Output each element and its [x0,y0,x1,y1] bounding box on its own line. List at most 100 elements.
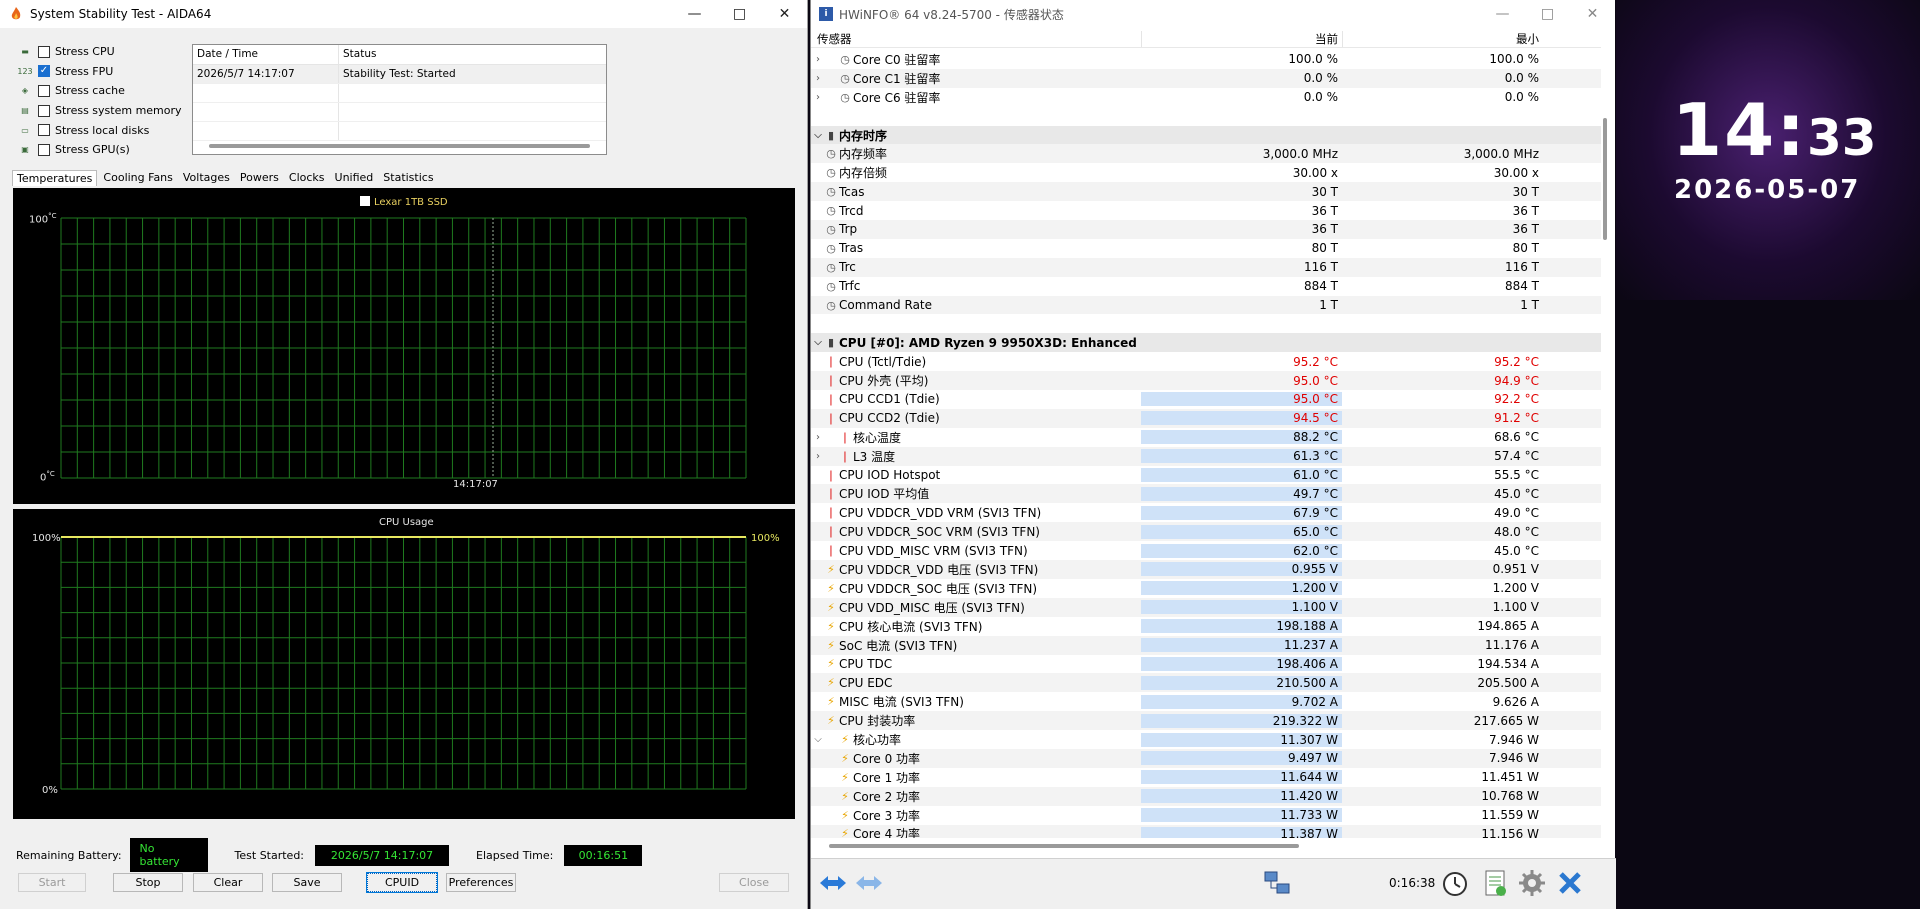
sensor-row[interactable]: ◷ Command Rate 1 T 1 T [811,295,1601,315]
stress-item[interactable]: 123 ✓ Stress FPU [16,62,182,82]
stress-checkbox[interactable] [38,143,50,156]
sensor-row[interactable]: ◷ Tras 80 T 80 T [811,239,1601,258]
sensor-row[interactable]: ⚡ CPU VDDCR_VDD 电压 (SVI3 TFN) 0.955 V 0.951… [811,560,1601,579]
sensor-row[interactable]: ◷ 内存频率 3,000.0 MHz 3,000.0 MHz [811,144,1601,164]
sensor-row[interactable]: ⚡ Core 2 功率 11.420 W 10.768 W [811,786,1601,806]
stopwatch-icon[interactable] [1439,867,1471,899]
collapse-chevron-icon[interactable]: ⌵ [811,130,825,141]
sensor-row[interactable]: ❘ CPU 外壳 (平均) 95.0 °C 94.9 °C [811,371,1601,391]
sensor-row[interactable]: ⚡ Core 3 功率 11.733 W 11.559 W [811,806,1601,825]
tab-clocks[interactable]: Clocks [285,170,329,186]
expand-chevron-icon[interactable]: › [811,92,825,103]
tab-temperatures[interactable]: Temperatures [12,170,98,186]
col-current[interactable]: 当前 [1141,31,1342,47]
sensor-row[interactable]: ❘ CPU VDDCR_SOC VRM (SVI3 TFN) 65.0 °C 48.0… [811,522,1601,542]
sensor-group-header[interactable]: ⌵ ▮ CPU [#0]: AMD Ryzen 9 9950X3D: Enhance… [811,333,1601,353]
sensor-row[interactable]: ◷ Trfc 884 T 884 T [811,277,1601,296]
sensor-row[interactable]: ◷ Trcd 36 T 36 T [811,201,1601,220]
expand-chevron-icon[interactable]: › [811,54,825,65]
stress-checkbox[interactable] [38,84,50,97]
save-button[interactable]: Save [272,873,342,892]
stress-item[interactable]: ▬ Stress CPU [16,42,182,62]
log-horizontal-scrollbar[interactable] [209,144,590,148]
arrows-left-right-icon[interactable] [817,871,849,895]
maximize-button[interactable]: □ [717,0,762,28]
sensor-row[interactable]: ⚡ CPU VDD_MISC 电压 (SVI3 TFN) 1.100 V 1.100 … [811,597,1601,617]
stress-item[interactable]: ▭ Stress local disks [16,120,182,140]
tab-powers[interactable]: Powers [236,170,283,186]
sensor-row[interactable]: › ◷ Core C6 驻留率 0.0 % 0.0 % [811,88,1601,107]
tab-unified[interactable]: Unified [331,170,378,186]
log-row[interactable]: 2026/5/7 14:17:07 Stability Test: Starte… [193,65,606,84]
close-window-button[interactable]: ✕ [762,0,807,28]
close-button[interactable]: Close [719,873,789,892]
network-icon[interactable] [1261,867,1293,899]
sensor-row[interactable]: ⌵ ⚡ 核心功率 11.307 W 7.946 W [811,730,1601,749]
gear-icon[interactable] [1516,867,1548,899]
stress-checkbox[interactable] [38,124,50,137]
sensor-label: Core 1 功率 [853,770,921,785]
sensor-row[interactable]: ❘ CPU VDD_MISC VRM (SVI3 TFN) 62.0 °C 45.0 … [811,541,1601,560]
sensor-row[interactable]: ⚡ CPU VDDCR_SOC 电压 (SVI3 TFN) 1.200 V 1.200… [811,579,1601,598]
sensor-row[interactable]: ❘ CPU IOD Hotspot 61.0 °C 55.5 °C [811,466,1601,485]
sensor-label: CPU VDDCR_VDD 电压 (SVI3 TFN) [839,562,1039,577]
temp-legend[interactable]: Lexar 1TB SSD [360,196,448,208]
sensor-row[interactable]: ❘ CPU CCD2 (Tdie) 94.5 °C 91.2 °C [811,408,1601,428]
sensor-row[interactable]: › ❘ 核心温度 88.2 °C 68.6 °C [811,428,1601,447]
sensor-row[interactable]: ◷ Trc 116 T 116 T [811,257,1601,277]
stress-checkbox[interactable] [38,45,50,58]
sensor-row[interactable]: › ◷ Core C0 驻留率 100.0 % 100.0 % [811,50,1601,69]
sensor-row[interactable]: › ◷ Core C1 驻留率 0.0 % 0.0 % [811,68,1601,88]
sensor-row[interactable]: ⚡ CPU 核心电流 (SVI3 TFN) 198.188 A 194.865 A [811,617,1601,636]
minimize-button[interactable]: — [672,0,717,28]
sensor-row[interactable]: ❘ CPU (Tctl/Tdie) 95.2 °C 95.2 °C [811,352,1601,371]
stop-button[interactable]: Stop [113,873,183,892]
stress-item[interactable]: ▣ Stress GPU(s) [16,140,182,160]
sensor-row[interactable]: ⚡ Core 4 功率 11.387 W 11.156 W [811,824,1601,838]
legend-checkbox[interactable] [360,196,370,206]
tab-voltages[interactable]: Voltages [179,170,234,186]
col-sensor[interactable]: 传感器 [811,31,1141,47]
log-col-datetime[interactable]: Date / Time [193,45,339,64]
expand-chevron-icon[interactable]: › [811,73,825,84]
collapse-chevron-icon[interactable]: ⌵ [811,734,825,745]
sensor-row[interactable]: ❘ CPU CCD1 (Tdie) 95.0 °C 92.2 °C [811,390,1601,409]
clear-button[interactable]: Clear [193,873,263,892]
tab-cooling-fans[interactable]: Cooling Fans [99,170,176,186]
horizontal-scrollbar[interactable] [829,844,1299,848]
stress-checkbox[interactable] [38,104,50,117]
collapse-chevron-icon[interactable]: ⌵ [811,337,825,348]
minimize-button[interactable]: — [1480,0,1525,28]
sensor-row[interactable]: › ❘ L3 温度 61.3 °C 57.4 °C [811,446,1601,466]
sensor-row[interactable]: ⚡ CPU TDC 198.406 A 194.534 A [811,655,1601,674]
sensor-row[interactable]: ◷ Trp 36 T 36 T [811,220,1601,239]
start-button[interactable]: Start [18,873,86,892]
expand-chevron-icon[interactable]: › [811,451,825,462]
vertical-scrollbar[interactable] [1603,118,1607,240]
sensor-row[interactable]: ⚡ Core 0 功率 9.497 W 7.946 W [811,748,1601,768]
sensor-group-header[interactable]: ⌵ ▮ 内存时序 [811,125,1601,145]
log-col-status[interactable]: Status [339,45,380,64]
sensor-row[interactable]: ⚡ CPU 封装功率 219.322 W 217.665 W [811,711,1601,731]
tab-statistics[interactable]: Statistics [379,170,437,186]
sensor-row[interactable]: ⚡ CPU EDC 210.500 A 205.500 A [811,673,1601,693]
stress-item[interactable]: ◈ Stress cache [16,81,182,101]
expand-chevron-icon[interactable]: › [811,432,825,443]
sensor-row[interactable]: ⚡ SoC 电流 (SVI3 TFN) 11.237 A 11.176 A [811,635,1601,655]
maximize-button[interactable]: □ [1525,0,1570,28]
close-window-button[interactable]: ✕ [1570,0,1615,28]
preferences-button[interactable]: Preferences [446,873,516,892]
report-icon[interactable] [1479,867,1511,899]
sensor-row[interactable]: ⚡ Core 1 功率 11.644 W 11.451 W [811,768,1601,787]
close-x-icon[interactable] [1554,867,1586,899]
stress-item[interactable]: ▤ Stress system memory [16,101,181,121]
sensor-row[interactable]: ◷ 内存倍频 30.00 x 30.00 x [811,163,1601,182]
cpuid-button[interactable]: CPUID [366,872,438,893]
sensor-row[interactable]: ❘ CPU IOD 平均值 49.7 °C 45.0 °C [811,484,1601,504]
col-min[interactable]: 最小 [1342,31,1543,47]
sensor-row[interactable]: ⚡ MISC 电流 (SVI3 TFN) 9.702 A 9.626 A [811,692,1601,711]
sensor-row[interactable]: ◷ Tcas 30 T 30 T [811,182,1601,202]
stress-checkbox[interactable]: ✓ [38,65,50,78]
arrows-reset-icon[interactable] [853,871,885,895]
sensor-row[interactable]: ❘ CPU VDDCR_VDD VRM (SVI3 TFN) 67.9 °C 49.0… [811,503,1601,522]
